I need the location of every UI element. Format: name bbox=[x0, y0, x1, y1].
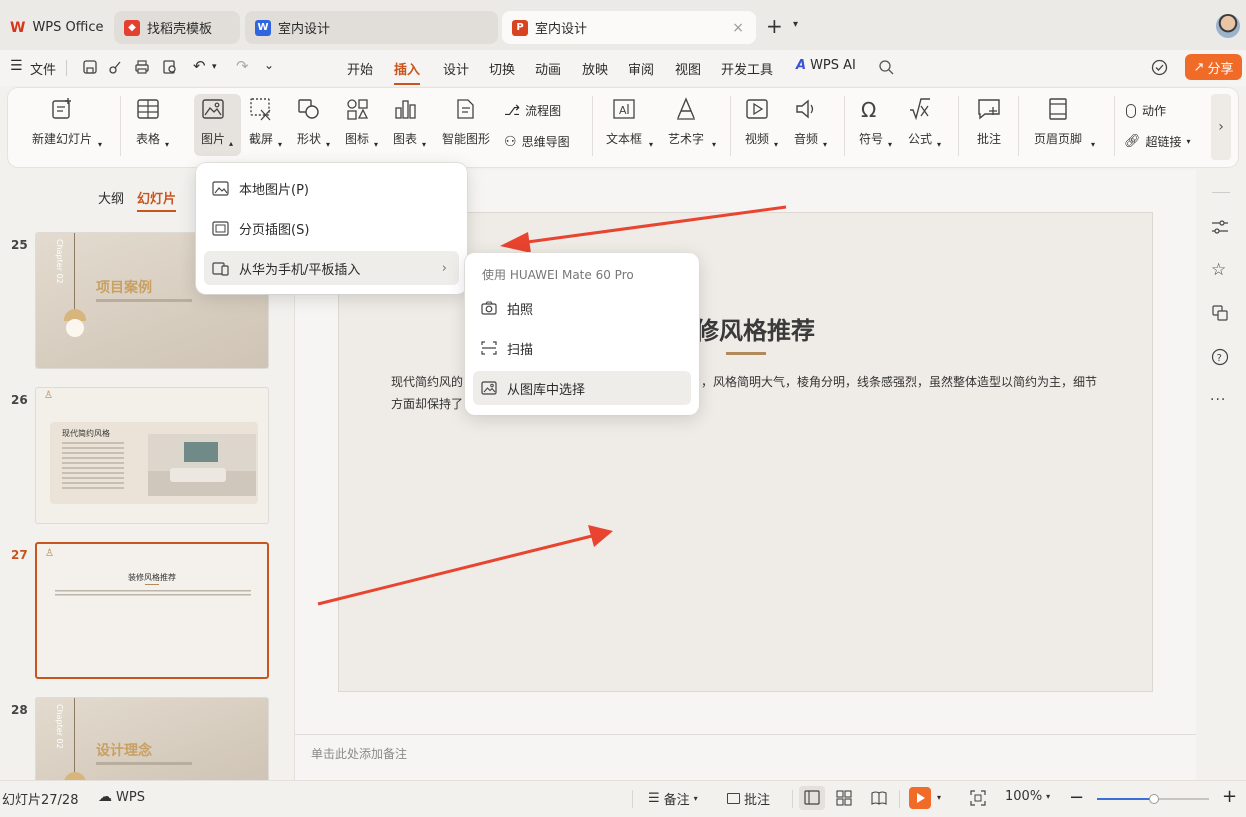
paged-image-icon bbox=[212, 220, 229, 236]
dropdown-chevron-icon: ▾ bbox=[693, 794, 698, 803]
zoom-slider-handle[interactable] bbox=[1149, 794, 1159, 804]
notes-label: 备注 bbox=[663, 793, 690, 808]
comment-label: 批注 bbox=[744, 793, 771, 808]
zoom-in-button[interactable]: + bbox=[1222, 786, 1237, 807]
image-icon bbox=[212, 180, 229, 196]
divider bbox=[792, 790, 793, 808]
slide-counter: 幻灯片27/28 bbox=[2, 793, 79, 808]
zoom-label: 100% bbox=[1005, 789, 1043, 804]
reading-view-icon[interactable] bbox=[871, 790, 887, 806]
zoom-slider-fill bbox=[1097, 798, 1153, 800]
zoom-slider[interactable] bbox=[1097, 794, 1209, 804]
zoom-out-button[interactable]: − bbox=[1069, 787, 1084, 808]
comment-toggle-button[interactable]: 批注 bbox=[727, 789, 770, 808]
huawei-device-submenu: 使用 HUAWEI Mate 60 Pro 拍照 扫描 从图库中选择 bbox=[465, 253, 699, 415]
gallery-icon bbox=[481, 381, 497, 395]
menu-item-label: 从华为手机/平板插入 bbox=[239, 262, 361, 278]
divider bbox=[899, 790, 900, 808]
camera-icon bbox=[481, 301, 497, 315]
divider bbox=[632, 790, 633, 808]
menu-item-insert-from-huawei[interactable]: 从华为手机/平板插入 › bbox=[204, 251, 459, 285]
normal-view-button[interactable] bbox=[799, 786, 825, 810]
play-slideshow-button[interactable] bbox=[909, 787, 931, 809]
wps-label: WPS bbox=[116, 789, 145, 805]
menu-item-label: 本地图片(P) bbox=[239, 182, 309, 198]
menu-item-label: 拍照 bbox=[507, 302, 534, 318]
menu-item-choose-from-gallery[interactable]: 从图库中选择 bbox=[473, 371, 691, 405]
slideshow-dropdown-icon[interactable]: ▾ bbox=[937, 793, 941, 802]
arrow-to-huawei-option bbox=[500, 205, 787, 253]
scan-icon bbox=[481, 341, 497, 355]
device-icon bbox=[212, 261, 229, 276]
menu-item-label: 从图库中选择 bbox=[507, 382, 586, 398]
notes-toggle-button[interactable]: ☰ 备注 ▾ bbox=[648, 789, 698, 808]
menu-item-label: 扫描 bbox=[507, 342, 534, 358]
dropdown-chevron-icon: ▾ bbox=[1046, 792, 1051, 801]
arrow-to-slide bbox=[317, 525, 613, 606]
menu-item-label: 分页插图(S) bbox=[239, 222, 310, 238]
play-icon bbox=[917, 793, 925, 803]
status-bar: 幻灯片27/28 ☁︎ WPS ☰ 备注 ▾ 批注 ▾ 100% ▾ − + bbox=[0, 780, 1246, 817]
cloud-icon: ☁︎ bbox=[98, 789, 112, 805]
notes-icon: ☰ bbox=[648, 791, 660, 806]
menu-item-take-photo[interactable]: 拍照 bbox=[473, 291, 691, 325]
zoom-level[interactable]: 100% ▾ bbox=[1005, 789, 1050, 804]
comment-icon bbox=[727, 793, 740, 804]
chevron-right-icon: › bbox=[441, 260, 447, 276]
wps-assistant-button[interactable]: ☁︎ WPS bbox=[98, 789, 145, 805]
device-submenu-header: 使用 HUAWEI Mate 60 Pro bbox=[482, 268, 634, 282]
grid-view-icon[interactable] bbox=[836, 790, 852, 806]
menu-item-scan[interactable]: 扫描 bbox=[473, 331, 691, 365]
menu-item-paged-insert[interactable]: 分页插图(S) bbox=[204, 211, 459, 245]
picture-dropdown-menu: 本地图片(P) 分页插图(S) 从华为手机/平板插入 › bbox=[196, 163, 467, 294]
menu-item-local-picture[interactable]: 本地图片(P) bbox=[204, 171, 459, 205]
fit-window-icon[interactable] bbox=[970, 790, 986, 806]
